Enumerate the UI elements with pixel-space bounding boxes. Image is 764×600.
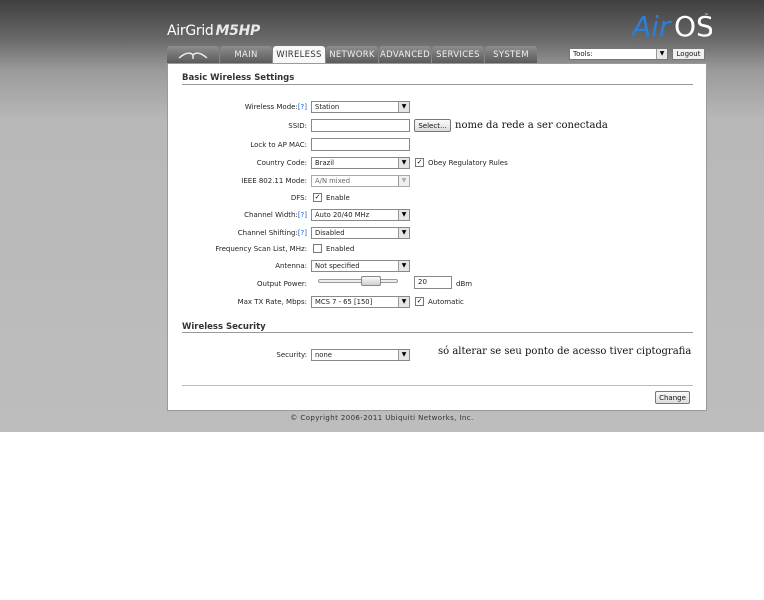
wireless-mode-label-text: Wireless Mode: [244, 103, 298, 111]
tools-dropdown[interactable]: Tools: ▼ [569, 48, 668, 60]
channel-shifting-value: Disabled [315, 229, 345, 237]
wireless-mode-help-link[interactable]: [?] [298, 103, 307, 111]
wireless-mode-label: Wireless Mode:[?] [245, 103, 307, 111]
output-power-slider-track[interactable] [318, 279, 398, 283]
chevron-down-icon: ▼ [398, 210, 409, 220]
security-select[interactable]: none ▼ [311, 349, 410, 361]
channel-width-help-link[interactable]: [?] [298, 211, 307, 219]
tab-main[interactable]: MAIN [220, 46, 272, 63]
ssid-select-button[interactable]: Select... [414, 119, 451, 132]
ieee-mode-label: IEEE 802.11 Mode: [241, 177, 307, 185]
ieee-mode-value: A/N mixed [315, 177, 351, 185]
copyright-text: © Copyright 2006-2011 Ubiquiti Networks,… [290, 414, 474, 422]
tab-services[interactable]: SERVICES [432, 46, 484, 63]
dfs-enable-label: Enable [326, 194, 350, 202]
section-divider [182, 332, 693, 333]
antenna-value: Not specified [315, 262, 360, 270]
chevron-down-icon: ▼ [398, 176, 409, 186]
section-divider [182, 84, 693, 85]
airos-logo-tm: ™ [704, 13, 709, 19]
channel-width-label: Channel Width:[?] [244, 211, 307, 219]
output-power-slider-handle[interactable] [361, 276, 382, 286]
lock-ap-mac-label: Lock to AP MAC: [250, 141, 307, 149]
channel-shifting-select[interactable]: Disabled ▼ [311, 227, 410, 239]
tools-dropdown-value: Tools: [573, 50, 593, 58]
chevron-down-icon: ▼ [656, 49, 667, 59]
brand-name: AirGrid [167, 23, 214, 39]
country-code-select[interactable]: Brazil ▼ [311, 157, 410, 169]
channel-shifting-label: Channel Shifting:[?] [238, 229, 307, 237]
tab-wireless[interactable]: WIRELESS [273, 46, 325, 63]
footer-divider [182, 385, 693, 386]
airos-logo-air: Air [632, 10, 672, 42]
change-button[interactable]: Change [655, 391, 690, 404]
obey-regulatory-label: Obey Regulatory Rules [428, 159, 508, 167]
max-tx-automatic-label: Automatic [428, 298, 464, 306]
max-tx-rate-value: MCS 7 - 65 [150] [315, 298, 373, 306]
max-tx-rate-select[interactable]: MCS 7 - 65 [150] ▼ [311, 296, 410, 308]
ssid-label: SSID: [288, 122, 307, 130]
tab-advanced[interactable]: ADVANCED [379, 46, 431, 63]
ubiquiti-logo-icon [178, 51, 208, 59]
output-power-input[interactable]: 20 [414, 276, 452, 289]
ssid-note: nome da rede a ser conectada [455, 120, 608, 131]
output-power-unit: dBm [456, 280, 473, 288]
tab-network[interactable]: NETWORK [326, 46, 378, 63]
chevron-down-icon: ▼ [398, 261, 409, 271]
channel-width-value: Auto 20/40 MHz [315, 211, 370, 219]
wireless-security-title: Wireless Security [182, 322, 266, 332]
freq-scan-label: Frequency Scan List, MHz: [215, 245, 307, 253]
freq-scan-checkbox[interactable] [313, 244, 322, 253]
chevron-down-icon: ▼ [398, 350, 409, 360]
dfs-label: DFS: [290, 194, 307, 202]
basic-settings-title: Basic Wireless Settings [182, 73, 295, 83]
ssid-input[interactable] [311, 119, 410, 132]
tab-ubiquiti-logo[interactable] [167, 46, 219, 63]
security-note: só alterar se seu ponto de acesso tiver … [438, 346, 692, 357]
ieee-mode-select[interactable]: A/N mixed ▼ [311, 175, 410, 187]
country-code-label: Country Code: [256, 159, 307, 167]
freq-scan-enabled-label: Enabled [326, 245, 355, 253]
security-label: Security: [276, 351, 307, 359]
wireless-mode-select[interactable]: Station ▼ [311, 101, 410, 113]
chevron-down-icon: ▼ [398, 158, 409, 168]
dfs-enable-checkbox[interactable]: ✓ [313, 193, 322, 202]
model-name: M5HP [215, 23, 261, 39]
channel-width-select[interactable]: Auto 20/40 MHz ▼ [311, 209, 410, 221]
security-value: none [315, 351, 332, 359]
settings-panel: Basic Wireless Settings Wireless Mode:[?… [167, 63, 707, 411]
channel-shifting-label-text: Channel Shifting: [237, 229, 298, 237]
obey-regulatory-checkbox[interactable]: ✓ [415, 158, 424, 167]
chevron-down-icon: ▼ [398, 297, 409, 307]
max-tx-automatic-checkbox[interactable]: ✓ [415, 297, 424, 306]
wireless-mode-value: Station [315, 103, 340, 111]
lock-ap-mac-input[interactable] [311, 138, 410, 151]
tab-system[interactable]: SYSTEM [485, 46, 537, 63]
main-tabs: MAIN WIRELESS NETWORK ADVANCED SERVICES … [167, 46, 538, 63]
channel-shifting-help-link[interactable]: [?] [298, 229, 307, 237]
product-logo: AirGrid M5HP [167, 23, 260, 39]
country-code-value: Brazil [315, 159, 334, 167]
antenna-select[interactable]: Not specified ▼ [311, 260, 410, 272]
chevron-down-icon: ▼ [398, 228, 409, 238]
max-tx-rate-label: Max TX Rate, Mbps: [237, 298, 307, 306]
airos-logo: Air OS ™ [632, 10, 712, 42]
channel-width-label-text: Channel Width: [244, 211, 298, 219]
chevron-down-icon: ▼ [398, 102, 409, 112]
output-power-label: Output Power: [257, 280, 307, 288]
antenna-label: Antenna: [275, 262, 307, 270]
logout-button[interactable]: Logout [672, 48, 705, 60]
